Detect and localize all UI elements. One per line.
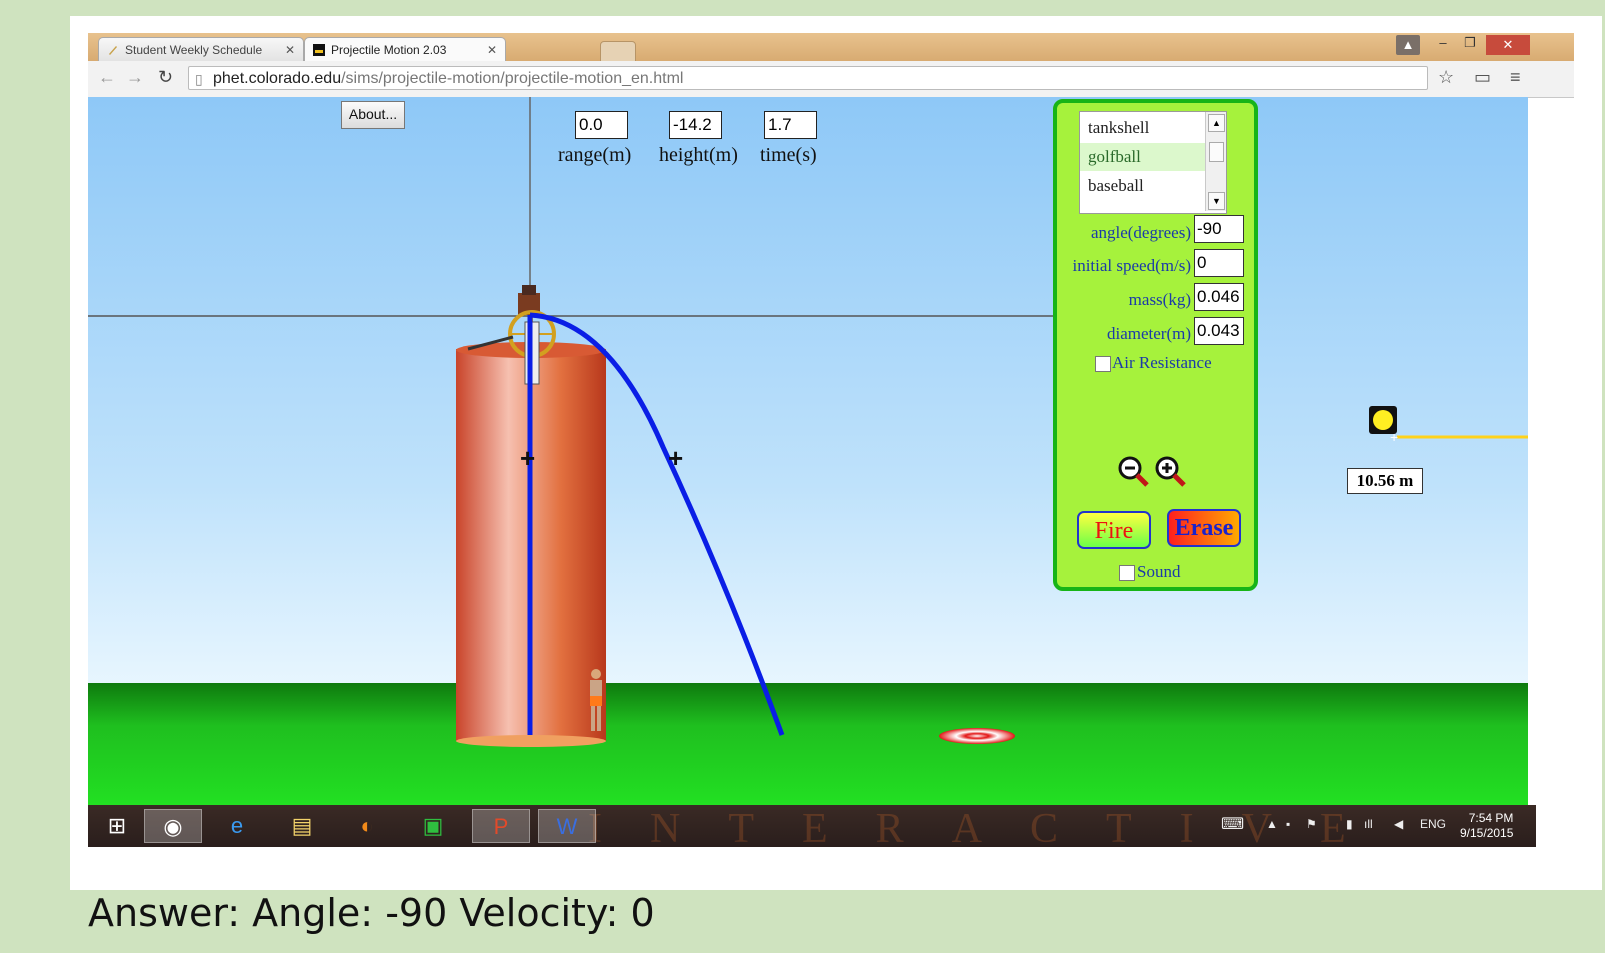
about-button[interactable]: About...	[341, 101, 405, 129]
target	[939, 728, 1015, 744]
tab-projectile-motion[interactable]: Projectile Motion 2.03 ✕	[304, 37, 506, 61]
scene-graphics: + + +	[88, 97, 1528, 747]
list-item[interactable]: baseball	[1080, 172, 1206, 200]
store-icon[interactable]: ▣	[404, 809, 462, 843]
back-icon[interactable]: ←	[98, 67, 116, 88]
air-resistance-label: Air Resistance	[1112, 353, 1212, 372]
bookmark-star-icon[interactable]: ☆	[1438, 67, 1454, 88]
action-center-icon[interactable]: ⚑	[1306, 817, 1317, 831]
height-readout: -14.2	[669, 111, 722, 139]
powerpoint-icon[interactable]: P	[472, 809, 530, 843]
initial-speed-label: initial speed(m/s)	[1072, 256, 1191, 275]
sound-checkbox[interactable]	[1119, 565, 1135, 581]
marker-cross-2: +	[668, 443, 683, 473]
browser-address-bar: ← → ↻ ▯ phet.colorado.edu/sims/projectil…	[88, 61, 1574, 98]
menu-icon[interactable]: ≡	[1510, 67, 1521, 88]
air-resistance-checkbox[interactable]	[1095, 356, 1111, 372]
phet-icon	[313, 44, 325, 56]
tab-title: Projectile Motion 2.03	[331, 43, 447, 57]
zoom-controls	[1118, 456, 1186, 487]
projectile-list[interactable]: tankshell golfball baseball ▲ ▼	[1079, 111, 1227, 214]
scroll-thumb[interactable]	[1209, 142, 1224, 162]
time-readout: 1.7	[764, 111, 817, 139]
url-field[interactable]: ▯ phet.colorado.edu/sims/projectile-moti…	[188, 66, 1428, 90]
clock-time: 7:54 PM	[1468, 811, 1514, 825]
mass-input[interactable]: 0.046	[1194, 283, 1244, 311]
tab-student-weekly-schedule[interactable]: Student Weekly Schedule ✕	[98, 37, 304, 61]
close-tab-icon[interactable]: ✕	[487, 38, 497, 62]
url-domain: phet.colorado.edu	[213, 70, 342, 87]
time-label: time(s)	[760, 144, 817, 166]
mass-label: mass(kg)	[1128, 290, 1191, 309]
list-scrollbar[interactable]: ▲ ▼	[1205, 112, 1226, 211]
internet-explorer-icon[interactable]: e	[208, 809, 266, 843]
tower-base	[456, 735, 606, 747]
clock[interactable]: 7:54 PM 9/15/2015	[1460, 811, 1513, 841]
erase-button[interactable]: Erase	[1167, 509, 1241, 547]
keyboard-icon[interactable]: ⌨	[1221, 814, 1244, 834]
new-tab-button[interactable]	[600, 41, 636, 63]
tab-title: Student Weekly Schedule	[125, 43, 263, 57]
close-tab-icon[interactable]: ✕	[285, 38, 295, 62]
zoom-in-icon	[1155, 456, 1186, 487]
pencil-icon	[109, 46, 117, 55]
list-item-selected[interactable]: golfball	[1080, 143, 1206, 171]
close-window-button[interactable]: ✕	[1486, 35, 1530, 55]
initial-speed-input[interactable]: 0	[1194, 249, 1244, 277]
svg-text:+: +	[1390, 429, 1398, 445]
diameter-input[interactable]: 0.043	[1194, 317, 1244, 345]
range-label: range(m)	[558, 144, 632, 166]
angle-input[interactable]: -90	[1194, 215, 1244, 243]
diameter-label: diameter(m)	[1106, 324, 1191, 343]
volume-icon[interactable]: ◀	[1394, 817, 1403, 831]
page-icon: ▯	[195, 71, 203, 87]
fire-button[interactable]: Fire	[1077, 511, 1151, 549]
tray-arrow-icon[interactable]: ▲	[1266, 817, 1278, 831]
tray-apps-icon[interactable]: ▪	[1286, 817, 1290, 831]
user-icon[interactable]: ▲	[1396, 35, 1420, 55]
clock-date: 9/15/2015	[1460, 826, 1514, 840]
reload-icon[interactable]: ↻	[158, 67, 173, 88]
language-indicator[interactable]: ENG	[1420, 817, 1446, 831]
start-icon[interactable]: ⊞	[88, 809, 146, 843]
control-panel: tankshell golfball baseball ▲ ▼ angle(de…	[1053, 99, 1258, 591]
sound-label: Sound	[1137, 562, 1181, 581]
signal-icon[interactable]: ıll	[1364, 817, 1373, 831]
range-readout: 0.0	[575, 111, 628, 139]
app-icon[interactable]: ◐	[338, 809, 396, 843]
list-item[interactable]: tankshell	[1080, 114, 1206, 142]
restore-button[interactable]: ❐	[1460, 33, 1480, 53]
marker-cross-1: +	[520, 443, 535, 473]
browser-tab-bar: Student Weekly Schedule ✕ Projectile Mot…	[88, 33, 1574, 63]
word-icon[interactable]: W	[538, 809, 596, 843]
height-label: height(m)	[659, 144, 738, 166]
cast-icon[interactable]: ▭	[1474, 67, 1491, 88]
url-path: /sims/projectile-motion/projectile-motio…	[341, 70, 684, 87]
scroll-down-icon[interactable]: ▼	[1208, 192, 1225, 210]
chrome-icon[interactable]: ◉	[144, 809, 202, 843]
forward-icon[interactable]: →	[126, 67, 144, 88]
battery-icon[interactable]: ▮	[1346, 817, 1353, 831]
answer-caption: Answer: Angle: -90 Velocity: 0	[88, 891, 655, 935]
zoom-out-icon	[1118, 456, 1149, 487]
measuring-tape-icon: +	[1369, 406, 1528, 445]
windows-taskbar: INTERACTIVE ⊞ ◉ e ▤ ◐ ▣ P W ⌨ ▲ ▪ ⚑ ▮ ıl…	[88, 805, 1536, 847]
simulation-canvas: + + + About... 0.0 -14.2 1.7 range(m) he…	[88, 97, 1528, 805]
file-explorer-icon[interactable]: ▤	[273, 809, 331, 843]
scroll-up-icon[interactable]: ▲	[1208, 114, 1225, 132]
angle-label: angle(degrees)	[1090, 223, 1191, 242]
minimize-button[interactable]: –	[1433, 33, 1453, 53]
measure-readout: 10.56 m	[1347, 468, 1423, 494]
